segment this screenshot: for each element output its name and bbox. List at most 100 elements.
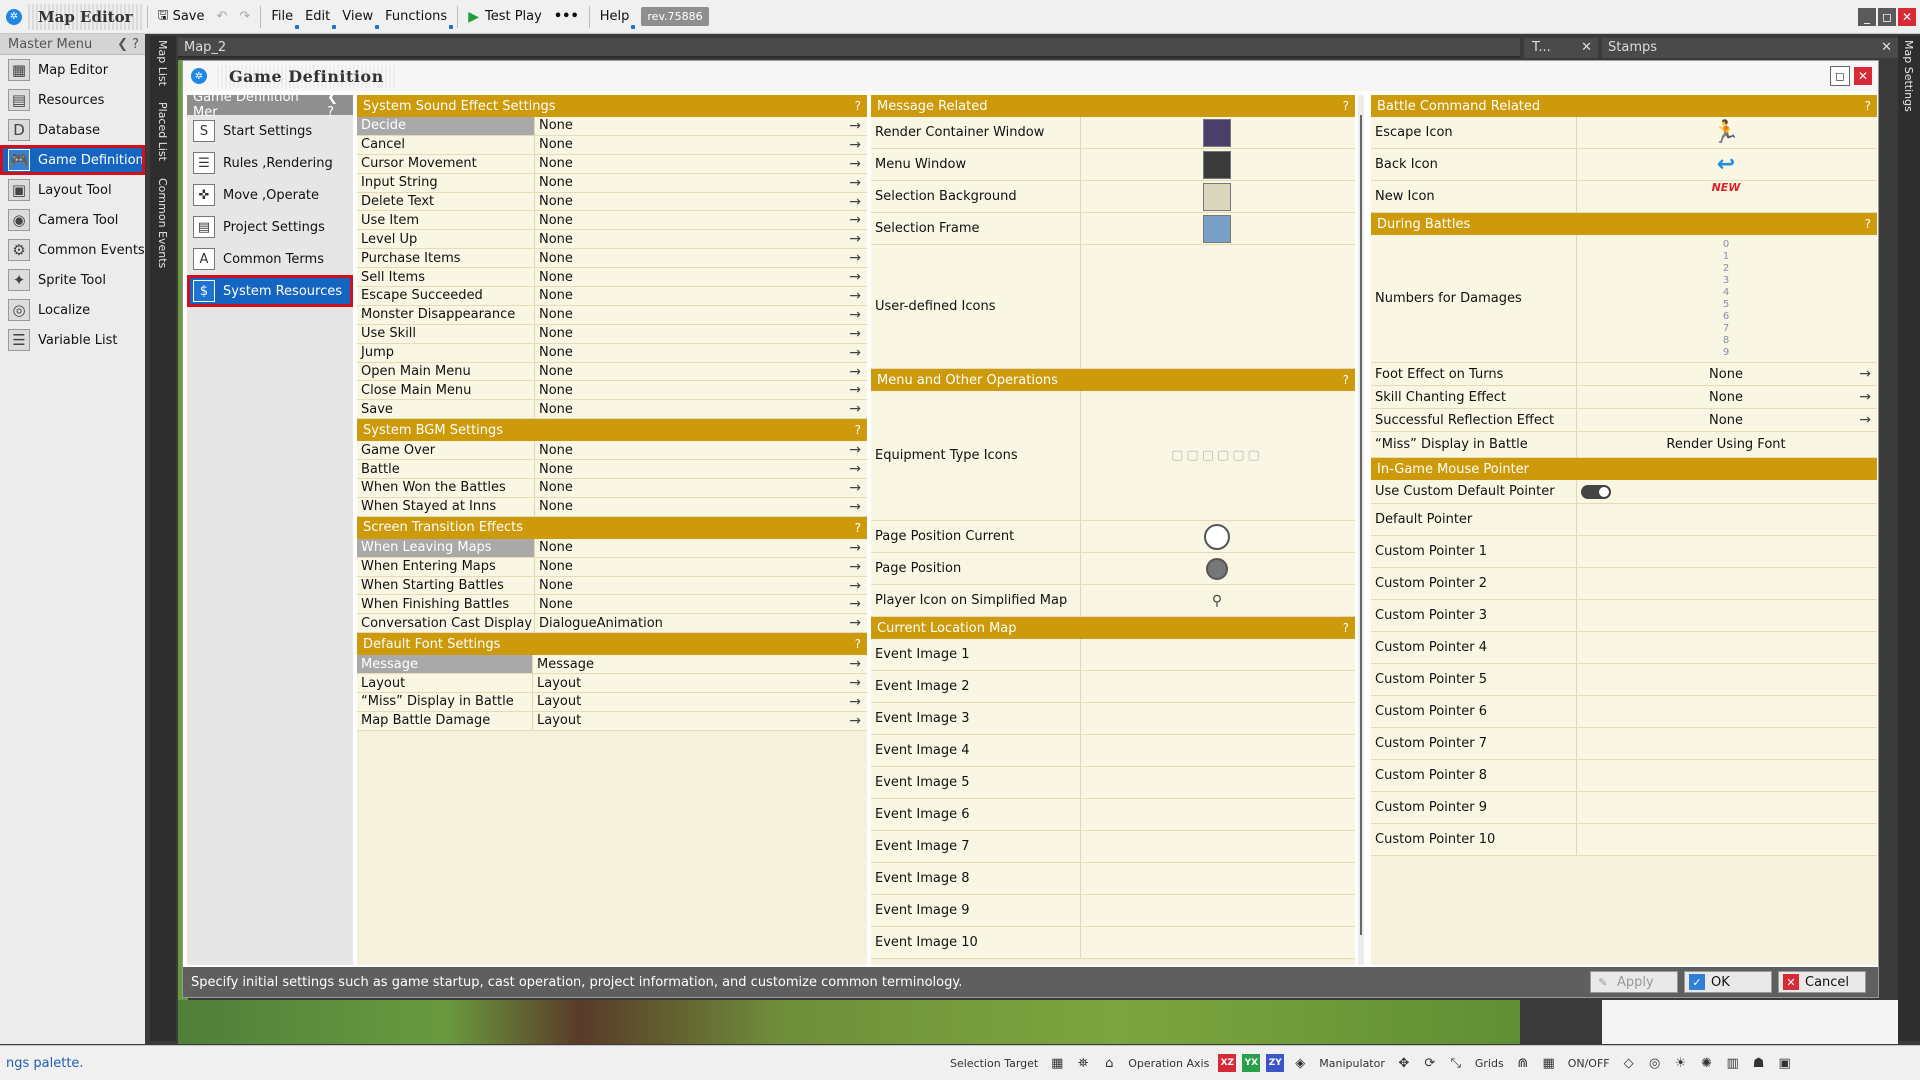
setting-row[interactable]: Purchase Items None → bbox=[357, 249, 867, 269]
help-icon[interactable]: ? bbox=[1865, 99, 1871, 113]
color-swatch[interactable] bbox=[1203, 214, 1231, 243]
menu-help[interactable]: Help bbox=[594, 4, 636, 30]
pointer-row[interactable]: Custom Pointer 10 bbox=[1371, 824, 1877, 856]
color-row[interactable]: Render Container Window bbox=[871, 117, 1355, 149]
color-swatch[interactable] bbox=[1203, 118, 1231, 147]
pin-close-icon[interactable]: ✕ bbox=[1581, 38, 1592, 58]
tab-placed-list[interactable]: Placed List bbox=[156, 102, 169, 161]
event-image-row[interactable]: Event Image 9 bbox=[871, 895, 1355, 927]
submenu-system-resources[interactable]: $ System Resources bbox=[187, 275, 353, 307]
dialog-close-button[interactable]: ✕ bbox=[1854, 67, 1872, 85]
test-play-button[interactable]: ▶ Test Play bbox=[462, 4, 548, 30]
column-scrollbar[interactable] bbox=[1358, 95, 1364, 965]
select-arrow-icon[interactable]: → bbox=[849, 156, 861, 172]
setting-row[interactable]: When Stayed at Inns None → bbox=[357, 497, 867, 517]
setting-value[interactable]: None → bbox=[535, 498, 867, 516]
setting-row[interactable]: When Leaving Maps None → bbox=[357, 538, 867, 558]
setting-row[interactable]: Battle None → bbox=[357, 460, 867, 480]
setting-value[interactable]: DialogueAnimation → bbox=[535, 614, 867, 632]
setting-value[interactable]: None → bbox=[535, 193, 867, 211]
select-arrow-icon[interactable]: → bbox=[849, 382, 861, 398]
submenu-project-settings[interactable]: ▤ Project Settings bbox=[187, 211, 353, 243]
pointer-row[interactable]: Custom Pointer 6 bbox=[1371, 696, 1877, 728]
setting-value[interactable]: None → bbox=[535, 325, 867, 343]
battle-setting-row[interactable]: Foot Effect on Turns None → bbox=[1371, 363, 1877, 386]
master-item-sprite-tool[interactable]: ✦ Sprite Tool bbox=[0, 265, 145, 295]
tab-common-events[interactable]: Common Events bbox=[156, 178, 169, 268]
setting-row[interactable]: Cancel None → bbox=[357, 135, 867, 155]
select-arrow-icon[interactable]: → bbox=[849, 694, 861, 710]
setting-row[interactable]: Use Skill None → bbox=[357, 324, 867, 344]
select-arrow-icon[interactable]: → bbox=[849, 442, 861, 458]
move-gizmo-icon[interactable]: ✥ bbox=[1395, 1054, 1413, 1072]
select-arrow-icon[interactable]: → bbox=[849, 345, 861, 361]
help-icon[interactable]: ? bbox=[855, 99, 861, 113]
event-image-row[interactable]: Event Image 5 bbox=[871, 767, 1355, 799]
submenu-rules-rendering[interactable]: ☰ Rules ,Rendering bbox=[187, 147, 353, 179]
pointer-row[interactable]: Custom Pointer 4 bbox=[1371, 632, 1877, 664]
stamps-tab[interactable]: Stamps ✕ bbox=[1602, 38, 1898, 58]
battle-setting-row[interactable]: Skill Chanting Effect None → bbox=[1371, 386, 1877, 409]
t-panel-tab[interactable]: T... ✕ bbox=[1524, 38, 1598, 58]
setting-row[interactable]: When Starting Battles None → bbox=[357, 576, 867, 596]
setting-row[interactable]: Message Message → bbox=[357, 655, 867, 675]
setting-value[interactable]: None → bbox=[535, 306, 867, 324]
select-arrow-icon[interactable]: → bbox=[849, 175, 861, 191]
select-arrow-icon[interactable]: → bbox=[849, 540, 861, 556]
select-arrow-icon[interactable]: → bbox=[849, 364, 861, 380]
setting-value[interactable]: None → bbox=[535, 136, 867, 154]
selection-building-icon[interactable]: ⌂ bbox=[1100, 1054, 1118, 1072]
setting-row[interactable]: Map Battle Damage Layout → bbox=[357, 711, 867, 731]
master-item-variable-list[interactable]: ☰ Variable List bbox=[0, 325, 145, 355]
setting-row[interactable]: “Miss” Display in Battle Layout → bbox=[357, 693, 867, 712]
escape-icon-row[interactable]: Escape Icon 🏃 bbox=[1371, 117, 1877, 149]
submenu-common-terms[interactable]: A Common Terms bbox=[187, 243, 353, 275]
undo-button[interactable]: ↶ bbox=[211, 4, 234, 30]
selection-object-icon[interactable]: ⛯ bbox=[1074, 1054, 1092, 1072]
tab-map-list[interactable]: Map List bbox=[156, 40, 169, 86]
setting-row[interactable]: Cursor Movement None → bbox=[357, 154, 867, 174]
setting-row[interactable]: When Finishing Battles None → bbox=[357, 595, 867, 615]
select-arrow-icon[interactable]: → bbox=[849, 288, 861, 304]
user-icons-row[interactable]: User-defined Icons bbox=[871, 245, 1355, 369]
setting-value[interactable]: Layout → bbox=[533, 674, 867, 692]
pointer-row[interactable]: Custom Pointer 7 bbox=[1371, 728, 1877, 760]
setting-value[interactable]: None → bbox=[535, 441, 867, 459]
map-tab[interactable]: Map_2 bbox=[178, 38, 1520, 58]
color-row[interactable]: Selection Frame bbox=[871, 213, 1355, 245]
master-item-game-definition[interactable]: 🎮 Game Definition bbox=[0, 145, 145, 175]
select-arrow-icon[interactable]: → bbox=[849, 499, 861, 515]
stamps-close-icon[interactable]: ✕ bbox=[1881, 38, 1892, 58]
setting-row[interactable]: Level Up None → bbox=[357, 230, 867, 250]
setting-value[interactable]: None → bbox=[535, 595, 867, 613]
setting-row[interactable]: Escape Succeeded None → bbox=[357, 287, 867, 306]
select-arrow-icon[interactable]: → bbox=[849, 194, 861, 210]
pointer-row[interactable]: Custom Pointer 9 bbox=[1371, 792, 1877, 824]
damage-numbers-row[interactable]: Numbers for Damages 0123456789 bbox=[1371, 235, 1877, 363]
event-image-row[interactable]: Event Image 7 bbox=[871, 831, 1355, 863]
battle-setting-row[interactable]: Successful Reflection Effect None → bbox=[1371, 409, 1877, 432]
master-item-map-editor[interactable]: ▦ Map Editor bbox=[0, 55, 145, 85]
color-swatch[interactable] bbox=[1203, 150, 1231, 179]
select-arrow-icon[interactable]: → bbox=[1859, 389, 1871, 405]
select-arrow-icon[interactable]: → bbox=[849, 578, 861, 594]
setting-value[interactable]: None → bbox=[535, 268, 867, 286]
setting-value[interactable]: None → bbox=[535, 230, 867, 248]
back-icon-row[interactable]: Back Icon ↩ bbox=[1371, 149, 1877, 181]
setting-value[interactable]: None → bbox=[535, 249, 867, 267]
event-image-row[interactable]: Event Image 8 bbox=[871, 863, 1355, 895]
setting-value[interactable]: None → bbox=[535, 479, 867, 497]
setting-value[interactable]: Layout → bbox=[533, 693, 867, 711]
master-item-resources[interactable]: ▤ Resources bbox=[0, 85, 145, 115]
save-button[interactable]: 🖫 Save bbox=[152, 4, 211, 30]
apply-button[interactable]: ✎ Apply bbox=[1590, 971, 1678, 993]
setting-value[interactable]: None → bbox=[535, 363, 867, 381]
new-icon-row[interactable]: New Icon NEW bbox=[1371, 181, 1877, 213]
select-arrow-icon[interactable]: → bbox=[849, 250, 861, 266]
pointer-row[interactable]: Custom Pointer 3 bbox=[1371, 600, 1877, 632]
map-viewport[interactable] bbox=[178, 1000, 1520, 1044]
redo-button[interactable]: ↷ bbox=[233, 4, 256, 30]
collapse-icon[interactable]: ❮ ? bbox=[327, 90, 349, 120]
select-arrow-icon[interactable]: → bbox=[849, 656, 861, 672]
event-image-row[interactable]: Event Image 4 bbox=[871, 735, 1355, 767]
